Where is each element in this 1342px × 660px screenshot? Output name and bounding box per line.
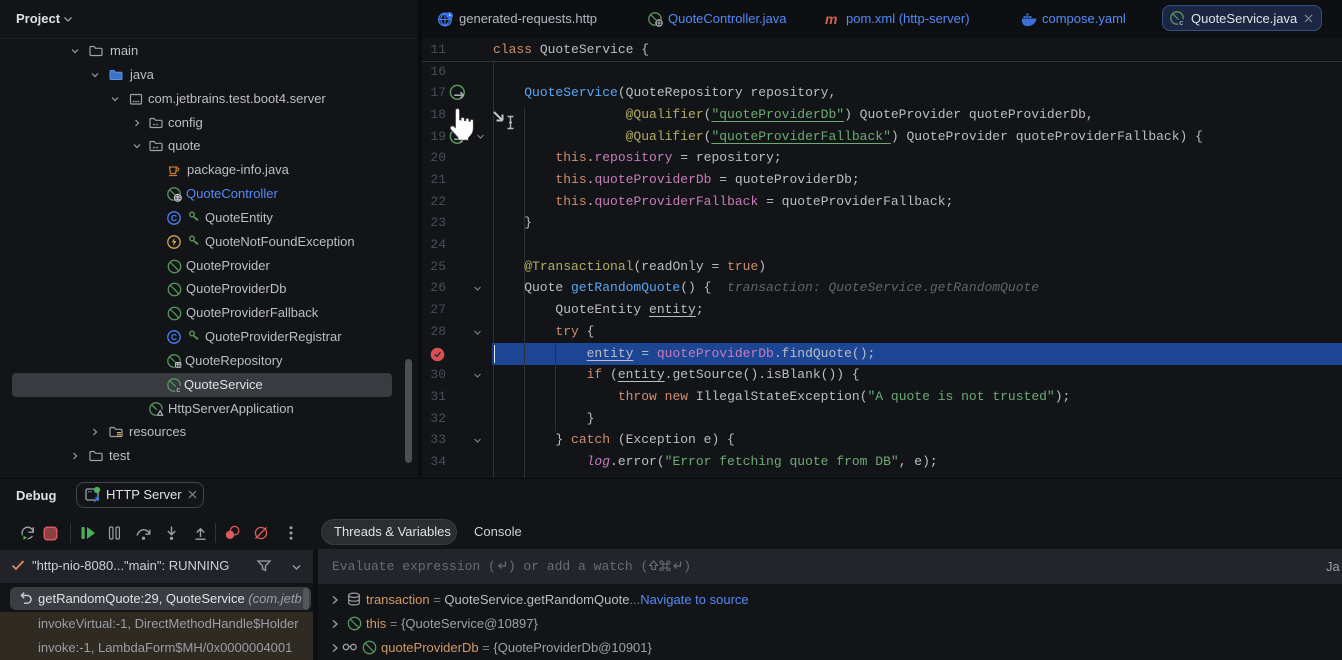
svg-text:C: C <box>171 213 177 223</box>
svg-text:C: C <box>171 332 177 342</box>
svg-text:c: c <box>1179 18 1183 27</box>
svg-text:c: c <box>176 385 180 394</box>
